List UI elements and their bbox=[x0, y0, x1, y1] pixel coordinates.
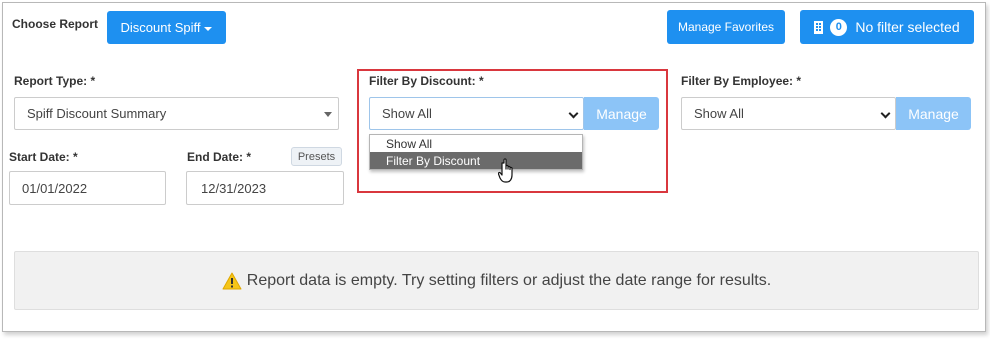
caret-down-icon bbox=[204, 26, 213, 31]
report-select-button[interactable]: Discount Spiff bbox=[107, 11, 226, 44]
employee-filter-label: Filter By Employee: * bbox=[681, 74, 802, 88]
start-date-label: Start Date: * bbox=[9, 150, 78, 164]
manage-favorites-label: Manage Favorites bbox=[677, 20, 775, 34]
alert-message: Report data is empty. Try setting filter… bbox=[246, 271, 772, 289]
triangle-down-icon bbox=[324, 112, 332, 117]
chevron-down-icon bbox=[880, 108, 891, 119]
report-button-label: Discount Spiff bbox=[120, 20, 201, 35]
dropdown-option-show-all[interactable]: Show All bbox=[370, 135, 582, 152]
end-date-input[interactable]: 12/31/2023 bbox=[186, 171, 344, 205]
building-icon bbox=[814, 20, 824, 34]
employee-manage-label: Manage bbox=[908, 105, 959, 122]
employee-filter-select[interactable]: Show All bbox=[681, 97, 896, 130]
report-type-label: Report Type: * bbox=[14, 74, 96, 88]
end-date-label: End Date: * bbox=[187, 150, 252, 164]
filter-status-label: No filter selected bbox=[855, 19, 960, 35]
start-date-value: 01/01/2022 bbox=[22, 180, 88, 196]
start-date-input[interactable]: 01/01/2022 bbox=[9, 171, 166, 205]
report-type-select[interactable]: Spiff Discount Summary bbox=[14, 97, 339, 130]
filter-status-button[interactable]: 0 No filter selected bbox=[800, 10, 974, 44]
report-type-value: Spiff Discount Summary bbox=[27, 106, 167, 121]
empty-report-alert: Report data is empty. Try setting filter… bbox=[14, 251, 979, 310]
hand-cursor-icon bbox=[498, 158, 513, 183]
warning-icon bbox=[222, 272, 242, 289]
presets-button[interactable]: Presets bbox=[291, 147, 342, 166]
end-date-value: 12/31/2023 bbox=[201, 180, 267, 196]
discount-filter-dropdown: Show All Filter By Discount bbox=[369, 134, 583, 170]
filter-count-badge: 0 bbox=[830, 18, 848, 36]
employee-manage-button[interactable]: Manage bbox=[896, 97, 971, 130]
employee-filter-value: Show All bbox=[694, 106, 744, 121]
dropdown-option-filter-by-discount[interactable]: Filter By Discount bbox=[370, 152, 582, 169]
manage-favorites-button[interactable]: Manage Favorites bbox=[667, 10, 785, 44]
presets-label: Presets bbox=[297, 150, 336, 163]
choose-report-label: Choose Report bbox=[12, 17, 99, 31]
